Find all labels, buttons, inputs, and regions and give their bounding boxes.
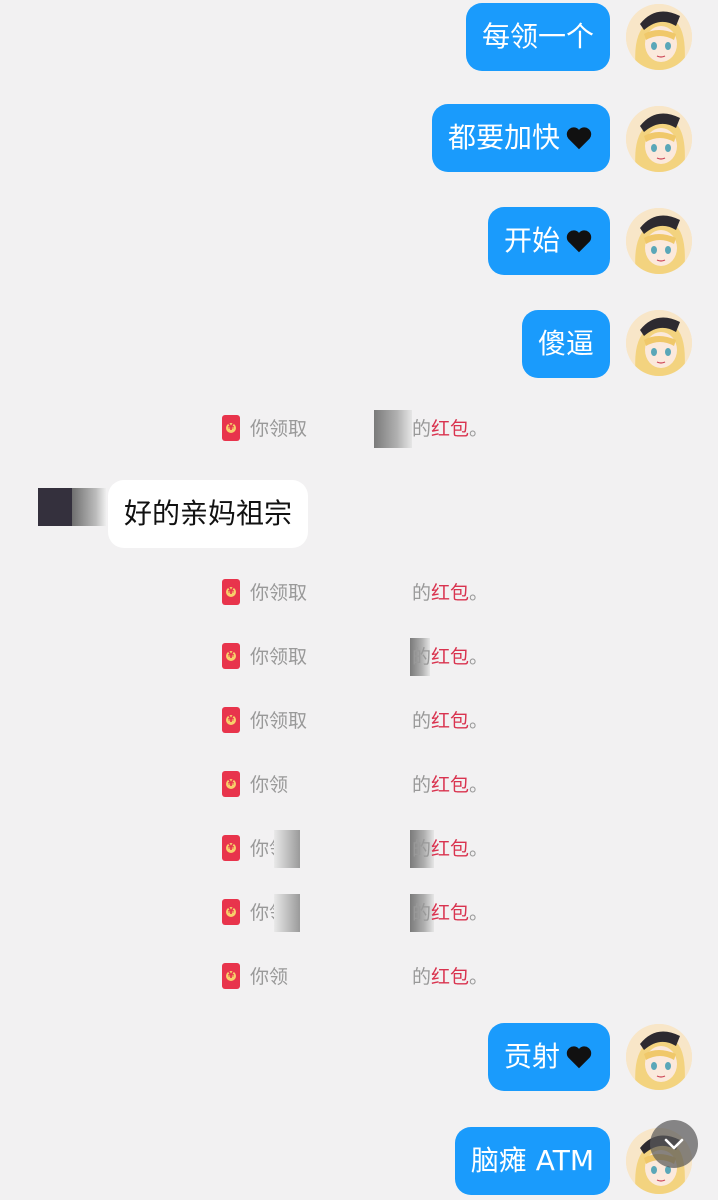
anime-avatar-icon bbox=[626, 4, 692, 70]
avatar[interactable] bbox=[626, 106, 692, 172]
red-packet-notice[interactable]: 你领取 的红包。 bbox=[222, 410, 492, 448]
redaction bbox=[374, 410, 412, 448]
avatar[interactable] bbox=[626, 208, 692, 274]
message-bubble-out[interactable]: 开始 bbox=[487, 207, 610, 275]
anime-avatar-icon bbox=[626, 1024, 692, 1090]
avatar[interactable] bbox=[626, 1024, 692, 1090]
message-text: 贡射 bbox=[503, 1040, 560, 1073]
red-packet-notice[interactable]: 你领取 的红包。 bbox=[222, 576, 492, 610]
redaction bbox=[308, 412, 374, 446]
notice-prefix: 你领取 bbox=[250, 582, 308, 604]
message-text: 开始 bbox=[503, 224, 560, 257]
redaction bbox=[288, 768, 418, 802]
redaction bbox=[300, 896, 410, 930]
notice-prefix: 你领取 bbox=[250, 646, 308, 668]
notice-suffix: 的红包。 bbox=[412, 966, 489, 988]
message-bubble-in[interactable]: 好的亲妈祖宗 bbox=[108, 480, 309, 548]
red-packet-icon bbox=[222, 415, 240, 441]
message-text: 脑瘫 ATM bbox=[470, 1144, 594, 1177]
redaction bbox=[300, 832, 410, 866]
notice-suffix: 的红包。 bbox=[412, 838, 489, 860]
notice-prefix: 你领取 bbox=[250, 710, 308, 732]
black-heart-icon bbox=[566, 1046, 592, 1069]
red-packet-icon bbox=[222, 963, 240, 989]
avatar[interactable] bbox=[626, 4, 692, 70]
message-bubble-out[interactable]: 每领一个 bbox=[465, 3, 610, 71]
black-heart-icon bbox=[566, 230, 592, 253]
anime-avatar-icon bbox=[626, 208, 692, 274]
notice-suffix: 的红包。 bbox=[412, 710, 489, 732]
notice-suffix: 的红包。 bbox=[412, 646, 489, 668]
message-text: 每领一个 bbox=[481, 20, 594, 53]
red-packet-notice[interactable]: 你领取 的红包。 bbox=[222, 768, 492, 802]
red-packet-icon bbox=[222, 643, 240, 669]
scroll-to-bottom-button[interactable] bbox=[650, 1120, 698, 1168]
message-bubble-out[interactable]: 傻逼 bbox=[521, 310, 610, 378]
notice-suffix: 的红包。 bbox=[412, 774, 489, 796]
notice-suffix: 的红包。 bbox=[412, 418, 489, 440]
anime-avatar-icon bbox=[626, 310, 692, 376]
redaction bbox=[274, 830, 300, 868]
red-packet-icon bbox=[222, 835, 240, 861]
notice-prefix: 你领取 bbox=[250, 418, 308, 440]
redaction bbox=[308, 704, 410, 738]
message-bubble-out[interactable]: 脑瘫 ATM bbox=[454, 1127, 610, 1195]
red-packet-icon bbox=[222, 899, 240, 925]
redaction bbox=[288, 960, 414, 994]
anime-avatar-icon bbox=[626, 106, 692, 172]
red-packet-icon bbox=[222, 771, 240, 797]
red-packet-notice[interactable]: 你领取 的红包。 bbox=[222, 704, 492, 738]
red-packet-notice[interactable]: 你领取 的红包。 bbox=[222, 830, 492, 868]
red-packet-icon bbox=[222, 579, 240, 605]
message-text: 好的亲妈祖宗 bbox=[124, 497, 293, 530]
red-packet-icon bbox=[222, 707, 240, 733]
redaction bbox=[274, 894, 300, 932]
avatar[interactable] bbox=[38, 488, 106, 526]
red-packet-notice[interactable]: 你领取 的红包。 bbox=[222, 638, 492, 676]
red-packet-notice[interactable]: 你领取 的红包。 bbox=[222, 960, 492, 994]
notice-suffix: 的红包。 bbox=[412, 582, 489, 604]
message-bubble-out[interactable]: 贡射 bbox=[487, 1023, 610, 1091]
redaction bbox=[308, 640, 410, 674]
avatar[interactable] bbox=[626, 310, 692, 376]
message-text: 都要加快 bbox=[447, 121, 560, 154]
chevron-down-icon bbox=[664, 1138, 684, 1150]
message-text: 傻逼 bbox=[537, 327, 594, 360]
red-packet-notice[interactable]: 你领取 的红包。 bbox=[222, 894, 492, 932]
message-bubble-out[interactable]: 都要加快 bbox=[431, 104, 610, 172]
black-heart-icon bbox=[566, 127, 592, 150]
notice-suffix: 的红包。 bbox=[412, 902, 489, 924]
